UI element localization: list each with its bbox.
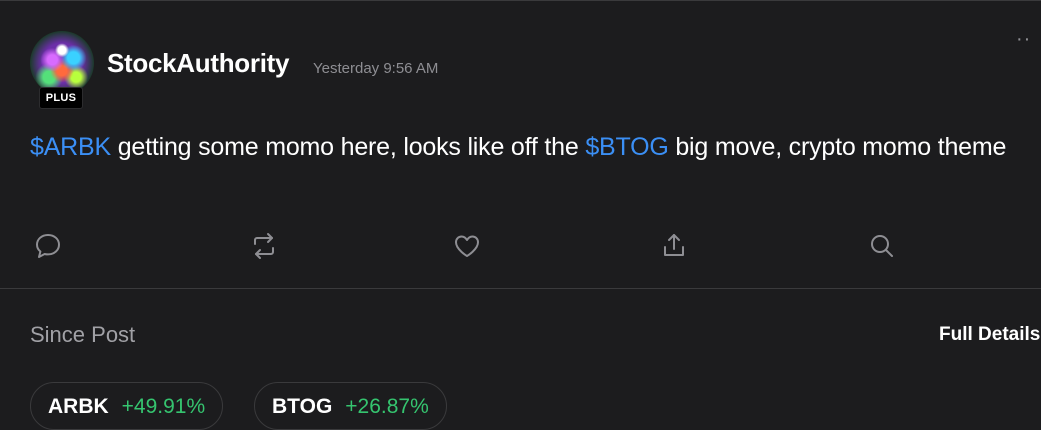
section-divider	[0, 288, 1041, 289]
post-text: $ARBK getting some momo here, looks like…	[30, 124, 1041, 171]
cashtag-link-arbk[interactable]: $ARBK	[30, 133, 111, 161]
ticker-change: +26.87%	[345, 395, 429, 418]
ticker-symbol: BTOG	[272, 395, 333, 418]
search-icon[interactable]	[866, 230, 898, 262]
repost-icon[interactable]	[248, 230, 280, 262]
like-icon[interactable]	[451, 230, 483, 262]
avatar[interactable]	[30, 31, 94, 95]
since-post-label: Since Post	[30, 322, 136, 347]
full-details-link[interactable]: Full Details	[939, 324, 1040, 346]
username[interactable]: StockAuthority	[107, 48, 289, 79]
plus-badge: PLUS	[39, 87, 83, 109]
ticker-change: +49.91%	[121, 395, 206, 418]
post-text-segment: getting some momo here, looks like off t…	[110, 133, 586, 161]
action-bar	[0, 230, 1041, 262]
post-card: PLUS StockAuthority Yesterday 9:56 AM ··…	[0, 1, 1041, 430]
cashtag-link-btog[interactable]: $BTOG	[585, 133, 668, 161]
more-dots-icon[interactable]: ··	[1016, 29, 1031, 49]
share-icon[interactable]	[658, 230, 690, 262]
post-timestamp[interactable]: Yesterday 9:56 AM	[313, 60, 438, 77]
comment-icon[interactable]	[32, 230, 64, 262]
post-text-segment: big move, crypto momo theme	[668, 133, 1007, 161]
ticker-symbol: ARBK	[48, 395, 109, 418]
